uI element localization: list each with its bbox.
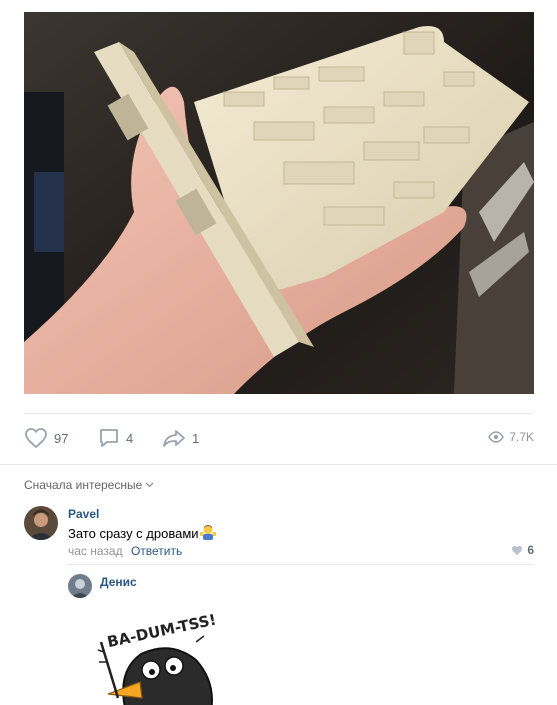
comment-time[interactable]: час назад [68,544,123,558]
like-count: 97 [54,430,69,446]
share-button[interactable]: 1 [162,427,199,449]
reply-button[interactable]: Ответить [131,544,182,558]
sticker-text: BA-DUM-TSS! [106,610,218,651]
share-count: 1 [192,430,200,446]
divider [24,413,533,414]
avatar[interactable] [24,506,58,540]
comment-like-count: 6 [527,543,534,557]
comments-sort-dropdown[interactable]: Сначала интересные [24,478,154,492]
heart-icon [512,545,523,555]
eye-icon [488,431,505,443]
comment-button[interactable]: 4 [98,427,133,449]
divider [68,564,534,565]
sort-label: Сначала интересные [24,478,143,492]
avatar[interactable] [68,574,92,598]
comment-count: 4 [126,430,134,446]
comment-text: Зато сразу с дровами [68,526,199,541]
comment-author[interactable]: Pavel [68,507,99,521]
penguin-sticker[interactable]: BA-DUM-TSS! [96,602,226,705]
chevron-down-icon [145,482,154,488]
man-shrugging-emoji-icon [199,524,216,543]
divider [0,464,557,465]
comment-meta: час назад Ответить [68,544,182,558]
reply-author[interactable]: Денис [100,575,137,589]
comment-like-button[interactable]: 6 [511,543,534,557]
post-photo[interactable] [24,12,534,394]
comment-icon [100,429,118,447]
like-button[interactable]: 97 [24,427,68,449]
heart-icon [25,428,47,449]
post-actions-bar: 97 4 1 7.7K [0,413,557,465]
comment-text-row: Зато сразу с дровами [68,524,216,543]
views-count: 7.7K [509,430,534,444]
wooden-graphics-card-photo [24,12,534,394]
share-icon [163,430,185,447]
views-counter: 7.7K [488,430,534,444]
penguin-drummer-sticker-icon: BA-DUM-TSS! [97,610,218,705]
